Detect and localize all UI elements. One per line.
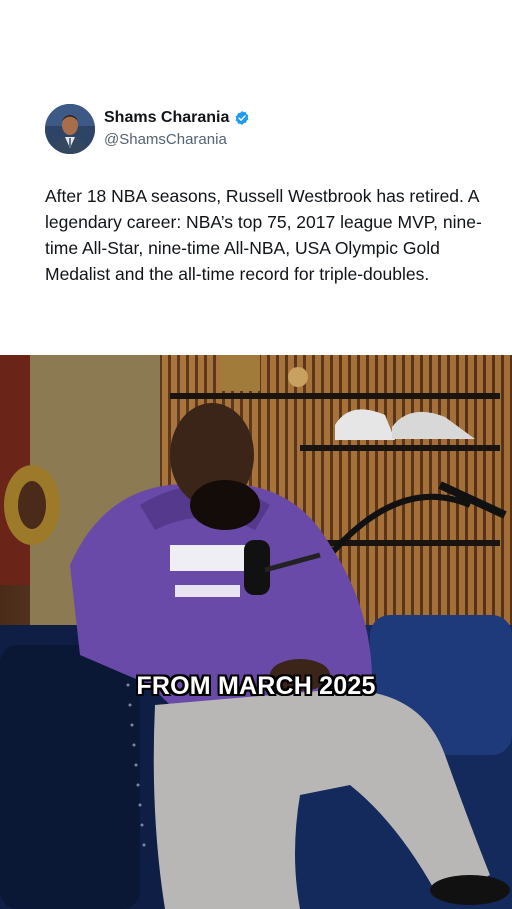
author-handle[interactable]: @ShamsCharania [104,131,250,148]
video-frame [0,355,512,909]
author-block: Shams Charania @ShamsCharania [104,109,250,148]
video-caption: FROM MARCH 2025 [136,672,376,700]
tweet-text: After 18 NBA seasons, Russell Westbrook … [45,186,482,284]
verified-badge-icon [235,111,249,125]
author-avatar[interactable] [45,104,95,154]
author-name[interactable]: Shams Charania [104,109,229,127]
tweet-card: Shams Charania @ShamsCharania After 18 N… [0,0,512,355]
avatar-image [45,104,95,154]
video-player[interactable]: FROM MARCH 2025 [0,355,512,909]
